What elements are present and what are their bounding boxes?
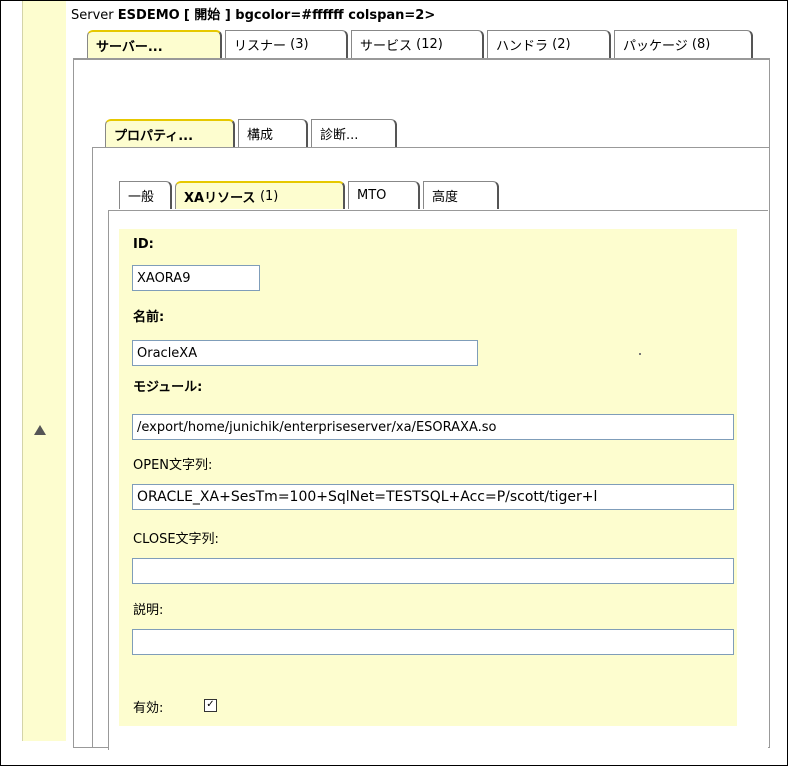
- server-header: Server ESDEMO [ 開始 ] bgcolor=#ffffff col…: [71, 4, 435, 23]
- close-string-field[interactable]: [132, 558, 734, 584]
- id-label: ID:: [133, 237, 154, 252]
- tab-label: MTO: [357, 188, 387, 203]
- checkmark-icon: ✓: [206, 699, 215, 710]
- tab-services[interactable]: サービス (12): [351, 30, 484, 58]
- tab-label: ハンドラ: [496, 39, 549, 54]
- tab-mto[interactable]: MTO: [348, 181, 420, 209]
- tab-label: 診断...: [320, 128, 359, 143]
- tab-label: サービス: [360, 39, 413, 54]
- tab-label: 高度: [432, 190, 459, 205]
- tab-server[interactable]: サーバー...: [87, 30, 222, 58]
- open-string-field[interactable]: [132, 484, 734, 510]
- tab-count: (1): [259, 188, 279, 204]
- tab-label: パッケージ: [623, 39, 688, 54]
- header-prefix: Server: [71, 8, 114, 23]
- tab-general[interactable]: 一般: [119, 181, 172, 209]
- tab-packages[interactable]: パッケージ (8): [614, 30, 753, 58]
- name-label: 名前:: [133, 310, 165, 325]
- top-tab-bar: サーバー... リスナー (3) サービス (12) ハンドラ (2) パッケー…: [87, 30, 756, 58]
- id-field[interactable]: [132, 265, 260, 291]
- xa-resource-form: ID: 名前: モジュール: OPEN文字列: CLOSE文字列: 説明: 有効…: [119, 229, 737, 726]
- enabled-label: 有効:: [133, 701, 164, 716]
- tab-label: サーバー...: [96, 39, 163, 55]
- description-field[interactable]: [132, 629, 734, 655]
- stray-dot: [639, 353, 641, 355]
- header-rest: [ 開始 ] bgcolor=#ffffff colspan=2>: [183, 8, 436, 23]
- tab-listeners[interactable]: リスナー (3): [225, 30, 348, 58]
- description-label: 説明:: [133, 603, 164, 618]
- tab-config[interactable]: 構成: [238, 119, 308, 147]
- tab-label: リスナー: [234, 39, 287, 54]
- tab-handlers[interactable]: ハンドラ (2): [487, 30, 611, 58]
- close-string-label: CLOSE文字列:: [133, 532, 219, 547]
- name-field[interactable]: [132, 340, 478, 366]
- tab-label: 一般: [128, 190, 155, 205]
- window-frame: Server ESDEMO [ 開始 ] bgcolor=#ffffff col…: [0, 0, 788, 766]
- tab-count: (2): [552, 37, 571, 52]
- property-tab-bar: プロパティ... 構成 診断...: [105, 119, 400, 147]
- tab-count: (8): [691, 37, 711, 52]
- tab-advanced[interactable]: 高度: [423, 181, 499, 209]
- tab-count: (12): [416, 37, 443, 52]
- enabled-checkbox[interactable]: ✓: [204, 699, 217, 712]
- tab-label: 構成: [247, 128, 274, 143]
- tab-xa-resources[interactable]: XAリソース (1): [175, 181, 345, 209]
- triangle-up-icon[interactable]: [34, 425, 46, 435]
- server-name: ESDEMO: [117, 8, 180, 23]
- module-label: モジュール:: [133, 380, 203, 395]
- module-field[interactable]: [132, 414, 734, 440]
- tab-label: プロパティ...: [114, 128, 194, 144]
- tab-properties[interactable]: プロパティ...: [105, 119, 235, 147]
- left-collapse-strip[interactable]: [22, 1, 67, 741]
- tab-label: XAリソース: [184, 190, 256, 206]
- open-string-label: OPEN文字列:: [133, 458, 213, 473]
- xa-tab-bar: 一般 XAリソース (1) MTO 高度: [119, 181, 502, 209]
- tab-count: (3): [290, 37, 309, 52]
- tab-diagnostics[interactable]: 診断...: [311, 119, 397, 147]
